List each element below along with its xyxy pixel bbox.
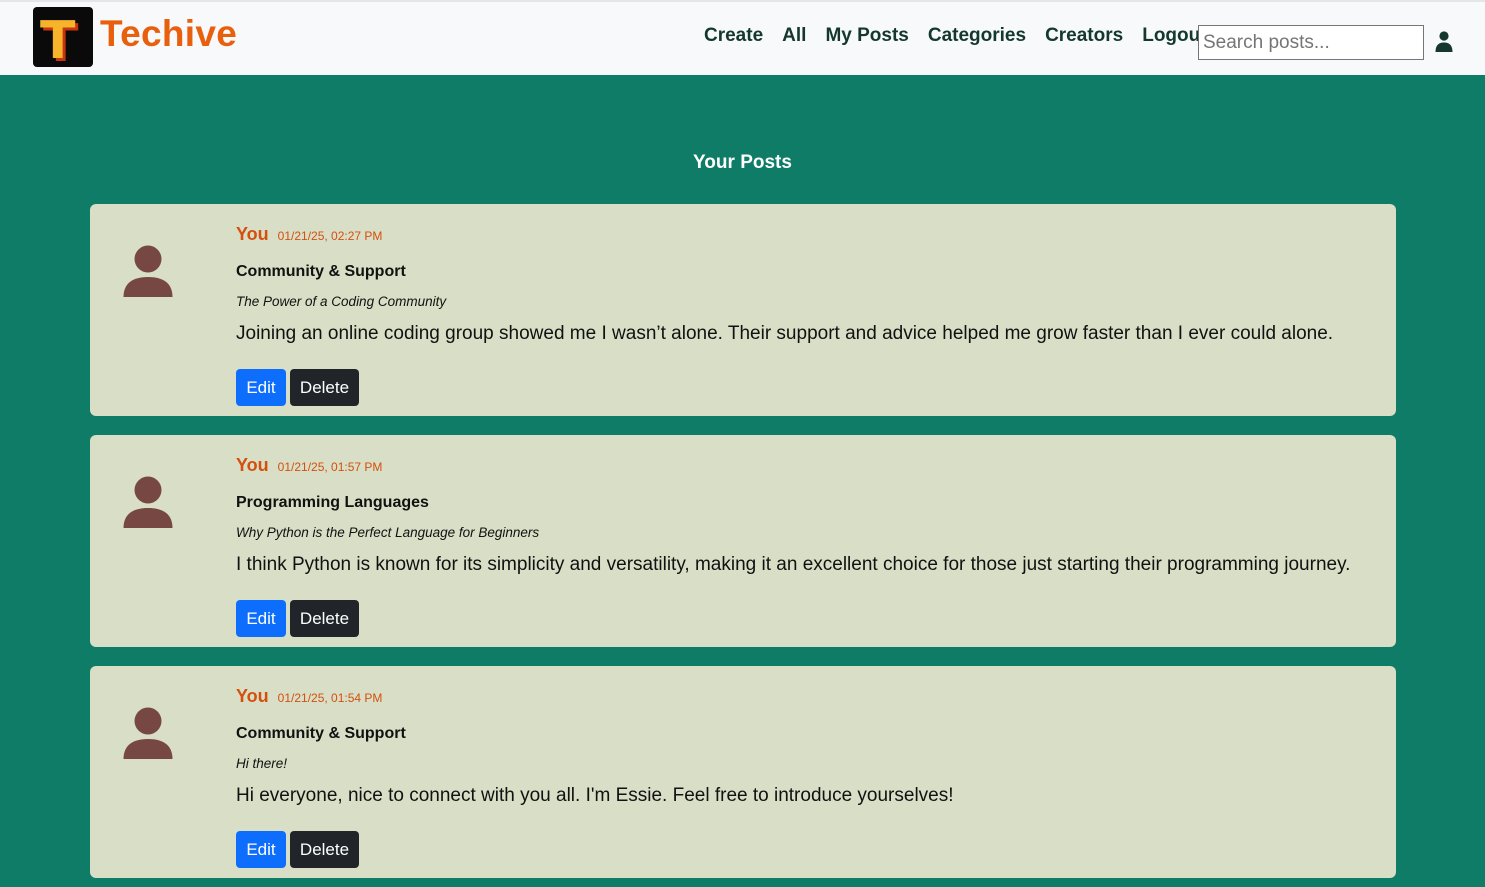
post-author[interactable]: You xyxy=(236,686,269,707)
avatar-icon xyxy=(123,245,173,297)
post-date: 01/21/25, 01:54 PM xyxy=(277,691,383,705)
nav-logout[interactable]: Logout xyxy=(1142,23,1206,49)
nav-my-posts[interactable]: My Posts xyxy=(825,23,908,49)
avatar-icon xyxy=(123,476,173,528)
delete-button[interactable]: Delete xyxy=(290,369,359,406)
user-icon[interactable] xyxy=(1435,31,1453,52)
svg-text:T: T xyxy=(40,11,76,67)
post-date: 01/21/25, 02:27 PM xyxy=(277,229,383,243)
post-author[interactable]: You xyxy=(236,455,269,476)
post-card: You 01/21/25, 02:27 PM Community & Suppo… xyxy=(90,204,1396,416)
post-category: Community & Support xyxy=(236,725,406,742)
post-body: Hi everyone, nice to connect with you al… xyxy=(236,785,954,806)
avatar-icon xyxy=(123,707,173,759)
post-category: Community & Support xyxy=(236,263,406,280)
navbar: T T Techive Create All My Posts Categori… xyxy=(0,0,1485,75)
delete-button[interactable]: Delete xyxy=(290,831,359,868)
logo-letter-icon: T T xyxy=(40,11,79,67)
post-meta: You 01/21/25, 02:27 PM xyxy=(236,224,382,248)
page-title: Your Posts xyxy=(693,152,792,173)
post-card: You 01/21/25, 01:54 PM Community & Suppo… xyxy=(90,666,1396,878)
post-title: Hi there! xyxy=(236,756,288,771)
post-title: The Power of a Coding Community xyxy=(236,294,447,309)
post-date: 01/21/25, 01:57 PM xyxy=(277,460,383,474)
post-title: Why Python is the Perfect Language for B… xyxy=(236,525,540,540)
nav-categories[interactable]: Categories xyxy=(928,23,1026,49)
post-body: I think Python is known for its simplici… xyxy=(236,554,1351,575)
brand-name[interactable]: Techive xyxy=(100,12,237,56)
edit-button[interactable]: Edit xyxy=(236,600,286,637)
delete-button[interactable]: Delete xyxy=(290,600,359,637)
nav-all[interactable]: All xyxy=(782,23,806,49)
nav-creators[interactable]: Creators xyxy=(1045,23,1123,49)
logo[interactable]: T T xyxy=(33,7,93,67)
post-card: You 01/21/25, 01:57 PM Programming Langu… xyxy=(90,435,1396,647)
post-meta: You 01/21/25, 01:57 PM xyxy=(236,455,382,479)
nav-links: Create All My Posts Categories Creators … xyxy=(704,23,1226,49)
post-meta: You 01/21/25, 01:54 PM xyxy=(236,686,382,710)
post-category: Programming Languages xyxy=(236,494,429,511)
search-input[interactable] xyxy=(1198,25,1424,60)
post-author[interactable]: You xyxy=(236,224,269,245)
nav-create[interactable]: Create xyxy=(704,23,763,49)
post-body: Joining an online coding group showed me… xyxy=(236,323,1334,344)
edit-button[interactable]: Edit xyxy=(236,369,286,406)
edit-button[interactable]: Edit xyxy=(236,831,286,868)
